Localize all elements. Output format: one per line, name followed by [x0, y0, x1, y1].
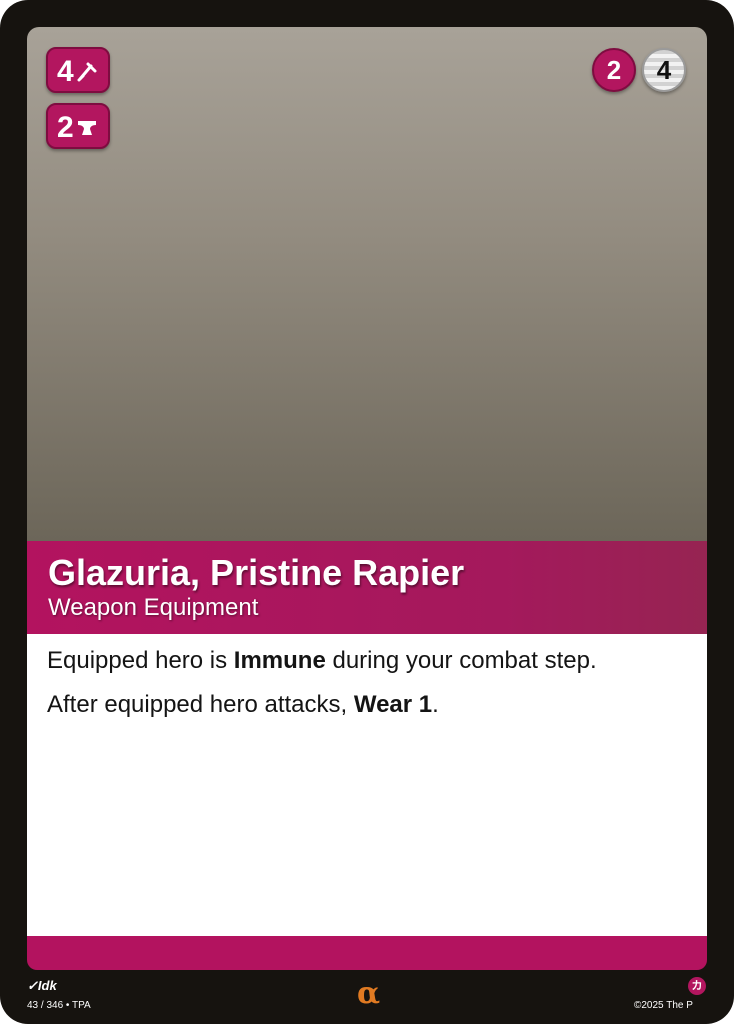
- attack-value: 4: [57, 55, 74, 88]
- durability-value: 2: [57, 111, 74, 144]
- language-badge: カ: [688, 977, 706, 995]
- rules-line-1-text: Equipped hero is: [47, 647, 234, 674]
- bottom-bar: [27, 936, 707, 970]
- copyright: ©2025 The P: [634, 1000, 693, 1011]
- rules-line-1: Equipped hero is Immune during your comb…: [47, 647, 597, 675]
- artist-name: Idk: [37, 978, 57, 993]
- cost-gem-generic: 4: [642, 48, 686, 92]
- rules-textbox: Equipped hero is Immune during your comb…: [27, 634, 707, 936]
- cost-gem-red: 2: [592, 48, 636, 92]
- card-type-line: Weapon Equipment: [48, 594, 259, 621]
- durability-stat: 2: [46, 103, 110, 149]
- cost-generic-value: 4: [656, 55, 672, 85]
- keyword-immune: Immune: [233, 647, 326, 674]
- set-info: 43 / 346 • TPA: [27, 1000, 91, 1011]
- anvil-icon: [78, 121, 96, 135]
- name-bar: Glazuria, Pristine Rapier Weapon Equipme…: [27, 541, 707, 634]
- rules-line-2-end: .: [432, 691, 439, 718]
- rarity-symbol: α: [357, 976, 381, 1011]
- sword-icon: [77, 62, 97, 82]
- keyword-wear: Wear 1: [353, 691, 433, 718]
- artist-credit: ✓Idk: [27, 978, 57, 993]
- rules-line-1-end: during your combat step.: [325, 647, 597, 674]
- card-art: [27, 27, 707, 541]
- card-title: Glazuria, Pristine Rapier: [48, 552, 465, 593]
- attack-stat: 4: [46, 47, 110, 93]
- game-card[interactable]: 4 2 2 4 Glazuria, Pristine Rapier Weapon…: [0, 0, 734, 1024]
- rules-line-2-text: After equipped hero attacks,: [47, 691, 354, 718]
- cost-red-value: 2: [606, 55, 622, 85]
- rules-line-2: After equipped hero attacks, Wear 1.: [47, 691, 439, 719]
